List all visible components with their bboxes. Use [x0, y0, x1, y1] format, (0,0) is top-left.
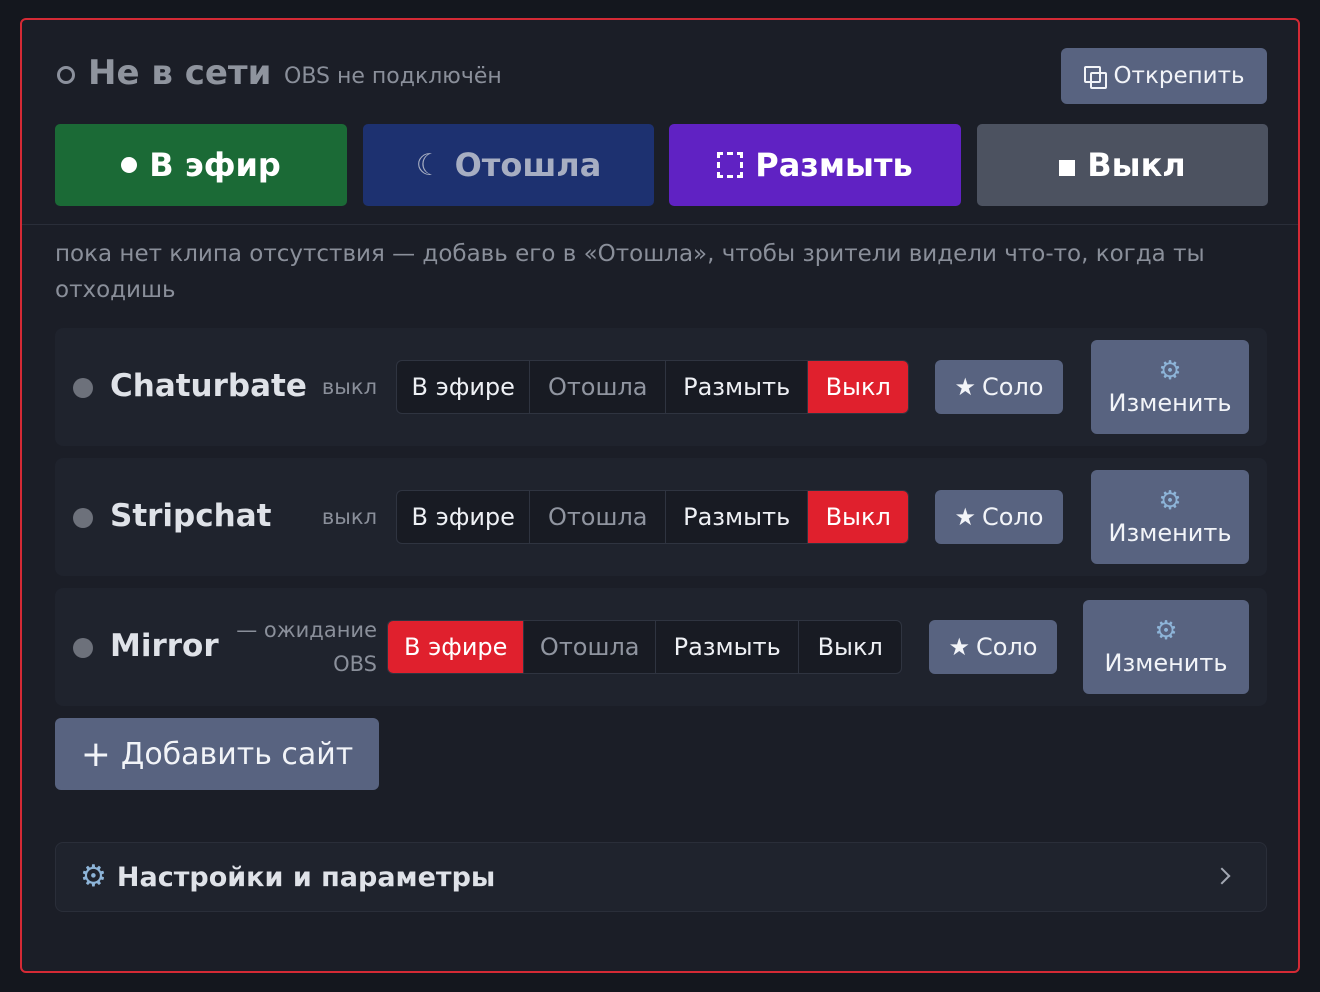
mode-live-button[interactable]: В эфир	[55, 124, 347, 206]
site-status-dot	[73, 378, 93, 398]
dot-icon	[121, 157, 138, 173]
mode-away-button[interactable]: ☾ Отошла	[363, 124, 654, 206]
site-name: Stripchat	[110, 498, 272, 534]
edit-label: Изменить	[1108, 519, 1232, 547]
segment-blur[interactable]: Размыть	[656, 621, 800, 673]
site-state: выкл	[321, 375, 377, 399]
site-status-dot	[73, 508, 93, 528]
site-mode-selector: В эфире Отошла Размыть Выкл	[387, 620, 902, 674]
gear-icon: ⚙	[1154, 616, 1178, 646]
solo-label: Соло	[982, 503, 1044, 531]
segment-away[interactable]: Отошла	[530, 361, 666, 413]
edit-label: Изменить	[1104, 649, 1228, 677]
edit-button[interactable]: ⚙ Изменить	[1091, 470, 1249, 564]
site-state: выкл	[321, 505, 377, 529]
site-status-dot	[73, 638, 93, 658]
site-mode-selector: В эфире Отошла Размыть Выкл	[396, 490, 909, 544]
site-name: Chaturbate	[110, 368, 307, 404]
detach-button[interactable]: Открепить	[1061, 48, 1267, 104]
control-panel: Не в сети OBS не подключён Открепить В э…	[20, 18, 1300, 973]
solo-button[interactable]: ★ Соло	[935, 360, 1063, 414]
add-site-label: Добавить сайт	[120, 736, 354, 772]
solo-label: Соло	[976, 633, 1038, 661]
mode-live-label: В эфир	[149, 146, 281, 184]
segment-blur[interactable]: Размыть	[666, 491, 809, 543]
solo-button[interactable]: ★ Соло	[929, 620, 1057, 674]
segment-blur[interactable]: Размыть	[666, 361, 809, 413]
stop-square-icon	[1059, 160, 1076, 176]
plus-icon: +	[80, 733, 111, 775]
gear-icon: ⚙	[80, 859, 107, 894]
site-mode-selector: В эфире Отошла Размыть Выкл	[396, 360, 909, 414]
detach-label: Открепить	[1113, 63, 1245, 89]
edit-button[interactable]: ⚙ Изменить	[1091, 340, 1249, 434]
site-name: Mirror	[110, 628, 219, 664]
site-row-mirror: Mirror — ожидание OBS В эфире Отошла Раз…	[55, 588, 1267, 706]
solo-button[interactable]: ★ Соло	[935, 490, 1063, 544]
mode-off-button[interactable]: Выкл	[977, 124, 1268, 206]
settings-expander[interactable]: ⚙ Настройки и параметры	[55, 842, 1267, 912]
mode-blur-label: Размыть	[755, 146, 913, 184]
segment-off[interactable]: Выкл	[808, 491, 908, 543]
site-row-chaturbate: Chaturbate выкл В эфире Отошла Размыть В…	[55, 328, 1267, 446]
detach-window-icon	[1083, 65, 1108, 89]
segment-away[interactable]: Отошла	[530, 491, 666, 543]
segment-off[interactable]: Выкл	[799, 621, 901, 673]
site-row-stripchat: Stripchat выкл В эфире Отошла Размыть Вы…	[55, 458, 1267, 576]
settings-label: Настройки и параметры	[116, 861, 496, 893]
segment-live[interactable]: В эфире	[388, 621, 525, 673]
offline-ring-icon	[57, 66, 75, 84]
add-site-button[interactable]: + Добавить сайт	[55, 718, 379, 790]
moon-icon: ☾	[415, 147, 443, 183]
segment-live[interactable]: В эфире	[397, 361, 531, 413]
segment-away[interactable]: Отошла	[524, 621, 656, 673]
mode-blur-button[interactable]: Размыть	[669, 124, 961, 206]
obs-status: OBS не подключён	[284, 64, 502, 89]
edit-label: Изменить	[1108, 389, 1232, 417]
chevron-right-icon	[1213, 867, 1231, 885]
status-title: Не в сети	[88, 53, 272, 93]
away-clip-hint: пока нет клипа отсутствия — добавь его в…	[55, 241, 1205, 303]
star-icon: ★	[954, 373, 977, 401]
gear-icon: ⚙	[1158, 486, 1182, 516]
mode-away-label: Отошла	[454, 146, 602, 184]
mode-off-label: Выкл	[1087, 146, 1186, 184]
gear-icon: ⚙	[1158, 356, 1182, 386]
star-icon: ★	[954, 503, 977, 531]
divider	[22, 224, 1298, 225]
edit-button[interactable]: ⚙ Изменить	[1083, 600, 1249, 694]
solo-label: Соло	[982, 373, 1044, 401]
star-icon: ★	[948, 633, 971, 661]
site-state: — ожидание OBS	[236, 618, 377, 676]
segment-live[interactable]: В эфире	[397, 491, 531, 543]
dashed-square-icon	[717, 152, 744, 178]
segment-off[interactable]: Выкл	[808, 361, 908, 413]
